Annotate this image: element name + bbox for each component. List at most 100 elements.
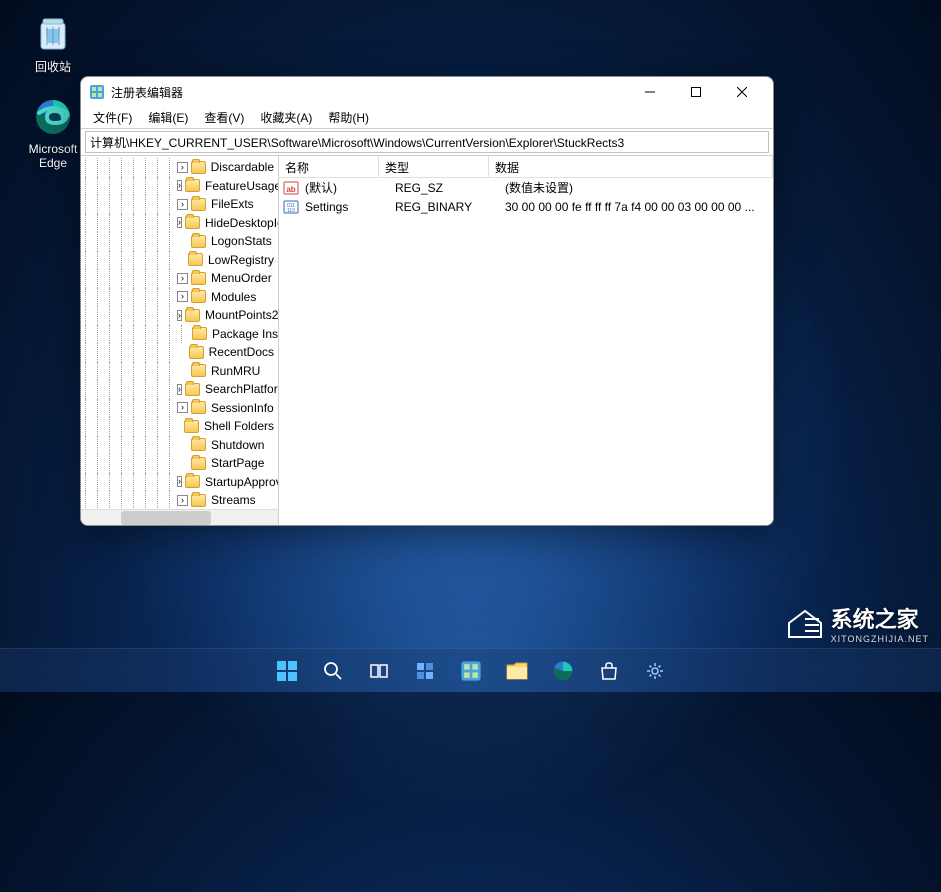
taskbar-regedit[interactable] [451,651,491,691]
tree-item-recentdocs[interactable]: RecentDocs [81,343,278,362]
tree-item-discardable[interactable]: › Discardable [81,158,278,177]
taskbar-settings[interactable] [635,651,675,691]
tree-item-label: StartupApprove [203,475,278,489]
tree-item-shutdown[interactable]: Shutdown [81,436,278,455]
list-header[interactable]: 名称 类型 数据 [279,156,773,178]
folder-icon [191,198,206,211]
expand-icon[interactable]: › [177,291,188,302]
tree-item-label: StartPage [209,456,266,470]
tree-joint [177,254,185,265]
expand-icon[interactable]: › [177,162,188,173]
expand-icon[interactable]: › [177,217,182,228]
watermark: 系统之家 XITONGZHIJIA.NET [785,602,929,644]
menu-edit[interactable]: 编辑(E) [140,107,196,128]
address-bar[interactable]: 计算机\HKEY_CURRENT_USER\Software\Microsoft… [85,131,769,153]
taskbar-store[interactable] [589,651,629,691]
regedit-app-icon [89,84,105,100]
col-type[interactable]: 类型 [379,156,489,177]
taskbar-explorer[interactable] [497,651,537,691]
tree-item-streams[interactable]: › Streams [81,491,278,510]
close-button[interactable] [719,77,765,107]
menu-file[interactable]: 文件(F) [85,107,140,128]
tree-item-logonstats[interactable]: LogonStats [81,232,278,251]
titlebar[interactable]: 注册表编辑器 [81,77,773,107]
tree-item-label: SearchPlatform [203,382,278,396]
menu-help[interactable]: 帮助(H) [320,107,377,128]
tree-joint [177,347,186,358]
tree-item-sessioninfo[interactable]: ›SessionInfo [81,399,278,418]
tree-item-label: Modules [209,290,258,304]
expand-icon[interactable]: › [177,180,182,191]
tree-item-fileexts[interactable]: › FileExts [81,195,278,214]
tree-joint [177,236,188,247]
tree-item-label: Shell Folders [202,419,276,433]
folder-icon [191,401,206,414]
tree-item-package-installa[interactable]: Package Installa [81,325,278,344]
taskbar-edge[interactable] [543,651,583,691]
widgets-button[interactable] [405,651,445,691]
taskbar[interactable] [0,648,941,692]
folder-icon [189,346,204,359]
tree-item-label: Streams [209,493,258,507]
minimize-button[interactable] [627,77,673,107]
folder-icon [191,272,206,285]
tree-joint [177,439,188,450]
col-name[interactable]: 名称 [279,156,379,177]
task-view-button[interactable] [359,651,399,691]
tree-item-modules[interactable]: › Modules [81,288,278,307]
expand-icon[interactable]: › [177,495,188,506]
value-row[interactable]: ab(默认)REG_SZ(数值未设置) [279,178,773,197]
registry-tree[interactable]: ›Discardable›FeatureUsage›FileExts›HideD… [81,156,278,525]
tree-item-label: Package Installa [210,327,278,341]
tree-item-startupapprove[interactable]: › StartupApprove [81,473,278,492]
tree-item-label: RecentDocs [207,345,276,359]
tree-item-runmru[interactable]: RunMRU [81,362,278,381]
tree-item-label: HideDesktopIco [203,216,278,230]
tree-item-label: Discardable [209,160,276,174]
expand-icon[interactable]: › [177,310,182,321]
expand-icon[interactable]: › [177,384,182,395]
folder-icon [185,309,200,322]
value-data: 30 00 00 00 fe ff ff ff 7a f4 00 00 03 0… [505,200,773,214]
value-data: (数值未设置) [505,179,773,196]
tree-joint [177,458,188,469]
value-row[interactable]: 011110SettingsREG_BINARY30 00 00 00 fe f… [279,197,773,216]
menu-fav[interactable]: 收藏夹(A) [252,107,320,128]
folder-icon [185,475,200,488]
expand-icon[interactable]: › [177,402,188,413]
desktop-icon-recycle-bin[interactable]: 回收站 [18,12,88,75]
reg-string-icon: ab [283,180,299,196]
tree-item-featureusage[interactable]: ›FeatureUsage [81,177,278,196]
folder-icon [188,253,203,266]
svg-text:ab: ab [286,185,295,194]
tree-item-shell-folders[interactable]: Shell Folders [81,417,278,436]
tree-item-label: FileExts [209,197,256,211]
expand-icon[interactable]: › [177,273,188,284]
tree-item-menuorder[interactable]: ›MenuOrder [81,269,278,288]
desktop-icon-edge[interactable]: Microsoft Edge [18,96,88,170]
tree-item-lowregistry[interactable]: LowRegistry [81,251,278,270]
start-button[interactable] [267,651,307,691]
folder-icon [185,179,200,192]
maximize-button[interactable] [673,77,719,107]
expand-icon[interactable]: › [177,476,182,487]
tree-item-label: RunMRU [209,364,262,378]
tree-joint [177,365,188,376]
tree-item-startpage[interactable]: StartPage [81,454,278,473]
value-type: REG_SZ [395,181,505,195]
menu-view[interactable]: 查看(V) [196,107,252,128]
tree-item-searchplatform[interactable]: › SearchPlatform [81,380,278,399]
tree-item-hidedesktopico[interactable]: › HideDesktopIco [81,214,278,233]
col-data[interactable]: 数据 [489,156,773,177]
regedit-window: 注册表编辑器 文件(F) 编辑(E) 查看(V) 收藏夹(A) 帮助(H) 计算… [80,76,774,526]
expand-icon[interactable]: › [177,199,188,210]
tree-horizontal-scrollbar[interactable] [81,509,278,525]
folder-icon [191,161,206,174]
reg-binary-icon: 011110 [283,199,299,215]
window-title: 注册表编辑器 [111,84,627,101]
search-button[interactable] [313,651,353,691]
tree-item-mountpoints2[interactable]: › MountPoints2 [81,306,278,325]
watermark-logo-icon [785,605,825,641]
tree-item-label: MountPoints2 [203,308,278,322]
folder-icon [192,327,207,340]
